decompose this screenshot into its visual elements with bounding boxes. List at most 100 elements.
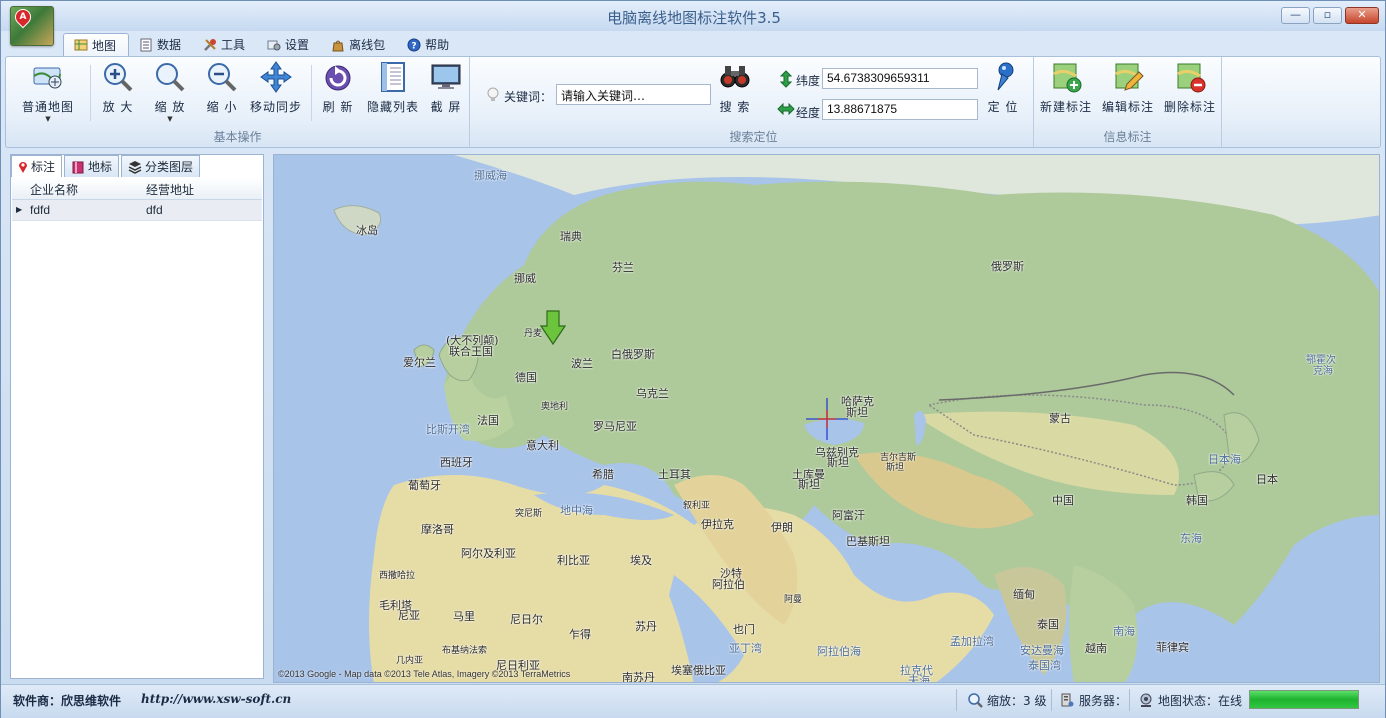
map-label: 奥地利: [541, 402, 569, 412]
screenshot-button[interactable]: 截 屏: [426, 60, 466, 115]
server-text: 服务器：: [1079, 694, 1128, 708]
map-icon: [74, 39, 88, 51]
longitude-arrows-icon: [777, 103, 795, 115]
table-row[interactable]: ▶ fdfd dfd: [12, 200, 262, 221]
map-view[interactable]: 挪威海 冰岛 瑞典 芬兰 挪威 俄罗斯 丹麦 (大不列颠) 联合王国 爱尔兰 波…: [273, 154, 1380, 683]
refresh-label: 刷 新: [322, 100, 354, 114]
zoom-out-button[interactable]: 缩 小: [202, 60, 242, 115]
map-label: 斯坦: [846, 406, 868, 419]
menu-tabs: 地图 数据 工具 设置 离线包 ? 帮助: [63, 33, 461, 56]
map-label: 罗马尼亚: [593, 420, 637, 433]
zoom-button[interactable]: 缩 放 ▼: [150, 60, 190, 123]
move-sync-button[interactable]: 移动同步: [248, 60, 304, 115]
left-panel: [10, 154, 264, 679]
tab-map-label: 地图: [92, 38, 117, 53]
map-label: 伊朗: [771, 521, 793, 534]
tab-map[interactable]: 地图: [63, 33, 130, 56]
tab-package[interactable]: 离线包: [321, 33, 397, 56]
maximize-button[interactable]: ▫: [1313, 7, 1342, 24]
map-label: 东海: [1180, 532, 1202, 545]
settings-icon: [267, 40, 281, 50]
delete-marker-button[interactable]: 删除标注: [1162, 60, 1218, 115]
latitude-arrows-icon: [780, 70, 792, 88]
locate-button[interactable]: 定 位: [982, 60, 1024, 115]
map-label: 夫海: [908, 674, 930, 683]
map-label: 土耳其: [658, 468, 691, 481]
map-label: 西班牙: [440, 456, 473, 469]
edit-marker-button[interactable]: 编辑标注: [1100, 60, 1156, 115]
search-button[interactable]: 搜 索: [714, 60, 756, 115]
panel-tab-layers-label: 分类图层: [145, 160, 194, 174]
close-button[interactable]: ✕: [1345, 7, 1379, 24]
status-bar: 软件商：欣思维软件 http://www.xsw-soft.cn 缩放：3 级 …: [1, 684, 1385, 718]
new-marker-icon: [1053, 63, 1082, 93]
refresh-button[interactable]: 刷 新: [318, 60, 358, 115]
normal-map-button[interactable]: 普通地图 ▼: [16, 60, 80, 123]
map-label: 波兰: [571, 357, 593, 370]
map-label: 联合王国: [449, 345, 493, 358]
tab-package-label: 离线包: [349, 38, 386, 52]
map-label: 阿曼: [784, 595, 803, 605]
group-basic: 普通地图 ▼ 放 大 缩 放 ▼ 缩 小 移动同步 刷 新 隐藏列表 截 屏 基…: [6, 57, 470, 147]
search-label: 搜 索: [719, 100, 751, 114]
panel-tab-layers[interactable]: 分类图层: [121, 155, 201, 177]
connection-progress-bar: [1249, 690, 1359, 709]
latitude-input[interactable]: 54.6738309659311: [822, 68, 978, 89]
tab-data[interactable]: 数据: [129, 33, 193, 56]
map-label: 俄罗斯: [991, 260, 1024, 273]
column-address[interactable]: 经营地址: [146, 178, 256, 199]
main-window: 电脑离线地图标注软件3.5 — ▫ ✕ A 地图 数据 工具 设置 离线包 ? …: [0, 0, 1386, 718]
app-logo-icon[interactable]: A: [10, 5, 54, 46]
map-label: 摩洛哥: [421, 523, 454, 536]
tab-settings-label: 设置: [285, 38, 310, 52]
map-label: 法国: [477, 414, 499, 427]
map-label: 挪威: [514, 272, 536, 285]
edit-marker-label: 编辑标注: [1101, 100, 1154, 114]
panel-tab-landmarks[interactable]: 地标: [64, 155, 120, 177]
edit-marker-icon: [1115, 63, 1144, 91]
panel-tab-markers[interactable]: 标注: [11, 155, 63, 177]
new-marker-button[interactable]: 新建标注: [1038, 60, 1094, 115]
zoom-level-icon: [968, 693, 983, 708]
map-label: 也门: [733, 623, 755, 636]
map-label: 日本: [1256, 473, 1278, 486]
map-label: 亚丁湾: [729, 642, 762, 655]
map-label: 阿拉伯: [712, 578, 745, 591]
progress-fill: [1250, 691, 1358, 708]
zoom-out-icon: [208, 63, 237, 92]
keyword-input[interactable]: 请输入关键词…: [556, 84, 711, 105]
tab-tools[interactable]: 工具: [193, 33, 257, 56]
book-icon: [72, 161, 84, 173]
locate-label: 定 位: [987, 100, 1019, 114]
map-label: 孟加拉湾: [950, 635, 994, 648]
map-label: 韩国: [1186, 494, 1208, 507]
longitude-input[interactable]: 13.88671875: [822, 99, 978, 120]
zoom-icon: [156, 63, 185, 92]
tab-help[interactable]: ? 帮助: [397, 33, 461, 56]
map-label: 芬兰: [612, 261, 634, 274]
chevron-down-icon: ▼: [45, 115, 51, 123]
map-label: 越南: [1085, 642, 1107, 655]
svg-text:?: ?: [411, 41, 416, 51]
tab-data-label: 数据: [157, 38, 182, 52]
package-icon: [332, 40, 344, 51]
hide-list-icon: [381, 62, 405, 92]
minimize-button[interactable]: —: [1281, 7, 1310, 24]
tab-settings[interactable]: 设置: [257, 33, 321, 56]
hide-list-label: 隐藏列表: [366, 100, 419, 114]
map-label: 斯坦: [886, 463, 905, 473]
binoculars-icon: [720, 66, 750, 88]
map-marker-arrow-icon[interactable]: [540, 310, 566, 346]
hide-list-button[interactable]: 隐藏列表: [366, 60, 420, 115]
panel-tab-markers-label: 标注: [31, 160, 56, 174]
column-company-name[interactable]: 企业名称: [30, 178, 146, 199]
map-label: 克海: [1313, 366, 1333, 377]
website-link[interactable]: http://www.xsw-soft.cn: [141, 692, 291, 706]
map-label: 泰国: [1037, 618, 1059, 631]
group-info-title: 信息标注: [1103, 130, 1152, 144]
zoom-in-icon: [104, 63, 133, 92]
group-search-title: 搜索定位: [729, 130, 778, 144]
map-label: 埃塞俄比亚: [671, 664, 726, 677]
longitude-label: 经度: [796, 106, 821, 120]
zoom-in-button[interactable]: 放 大: [98, 60, 138, 115]
